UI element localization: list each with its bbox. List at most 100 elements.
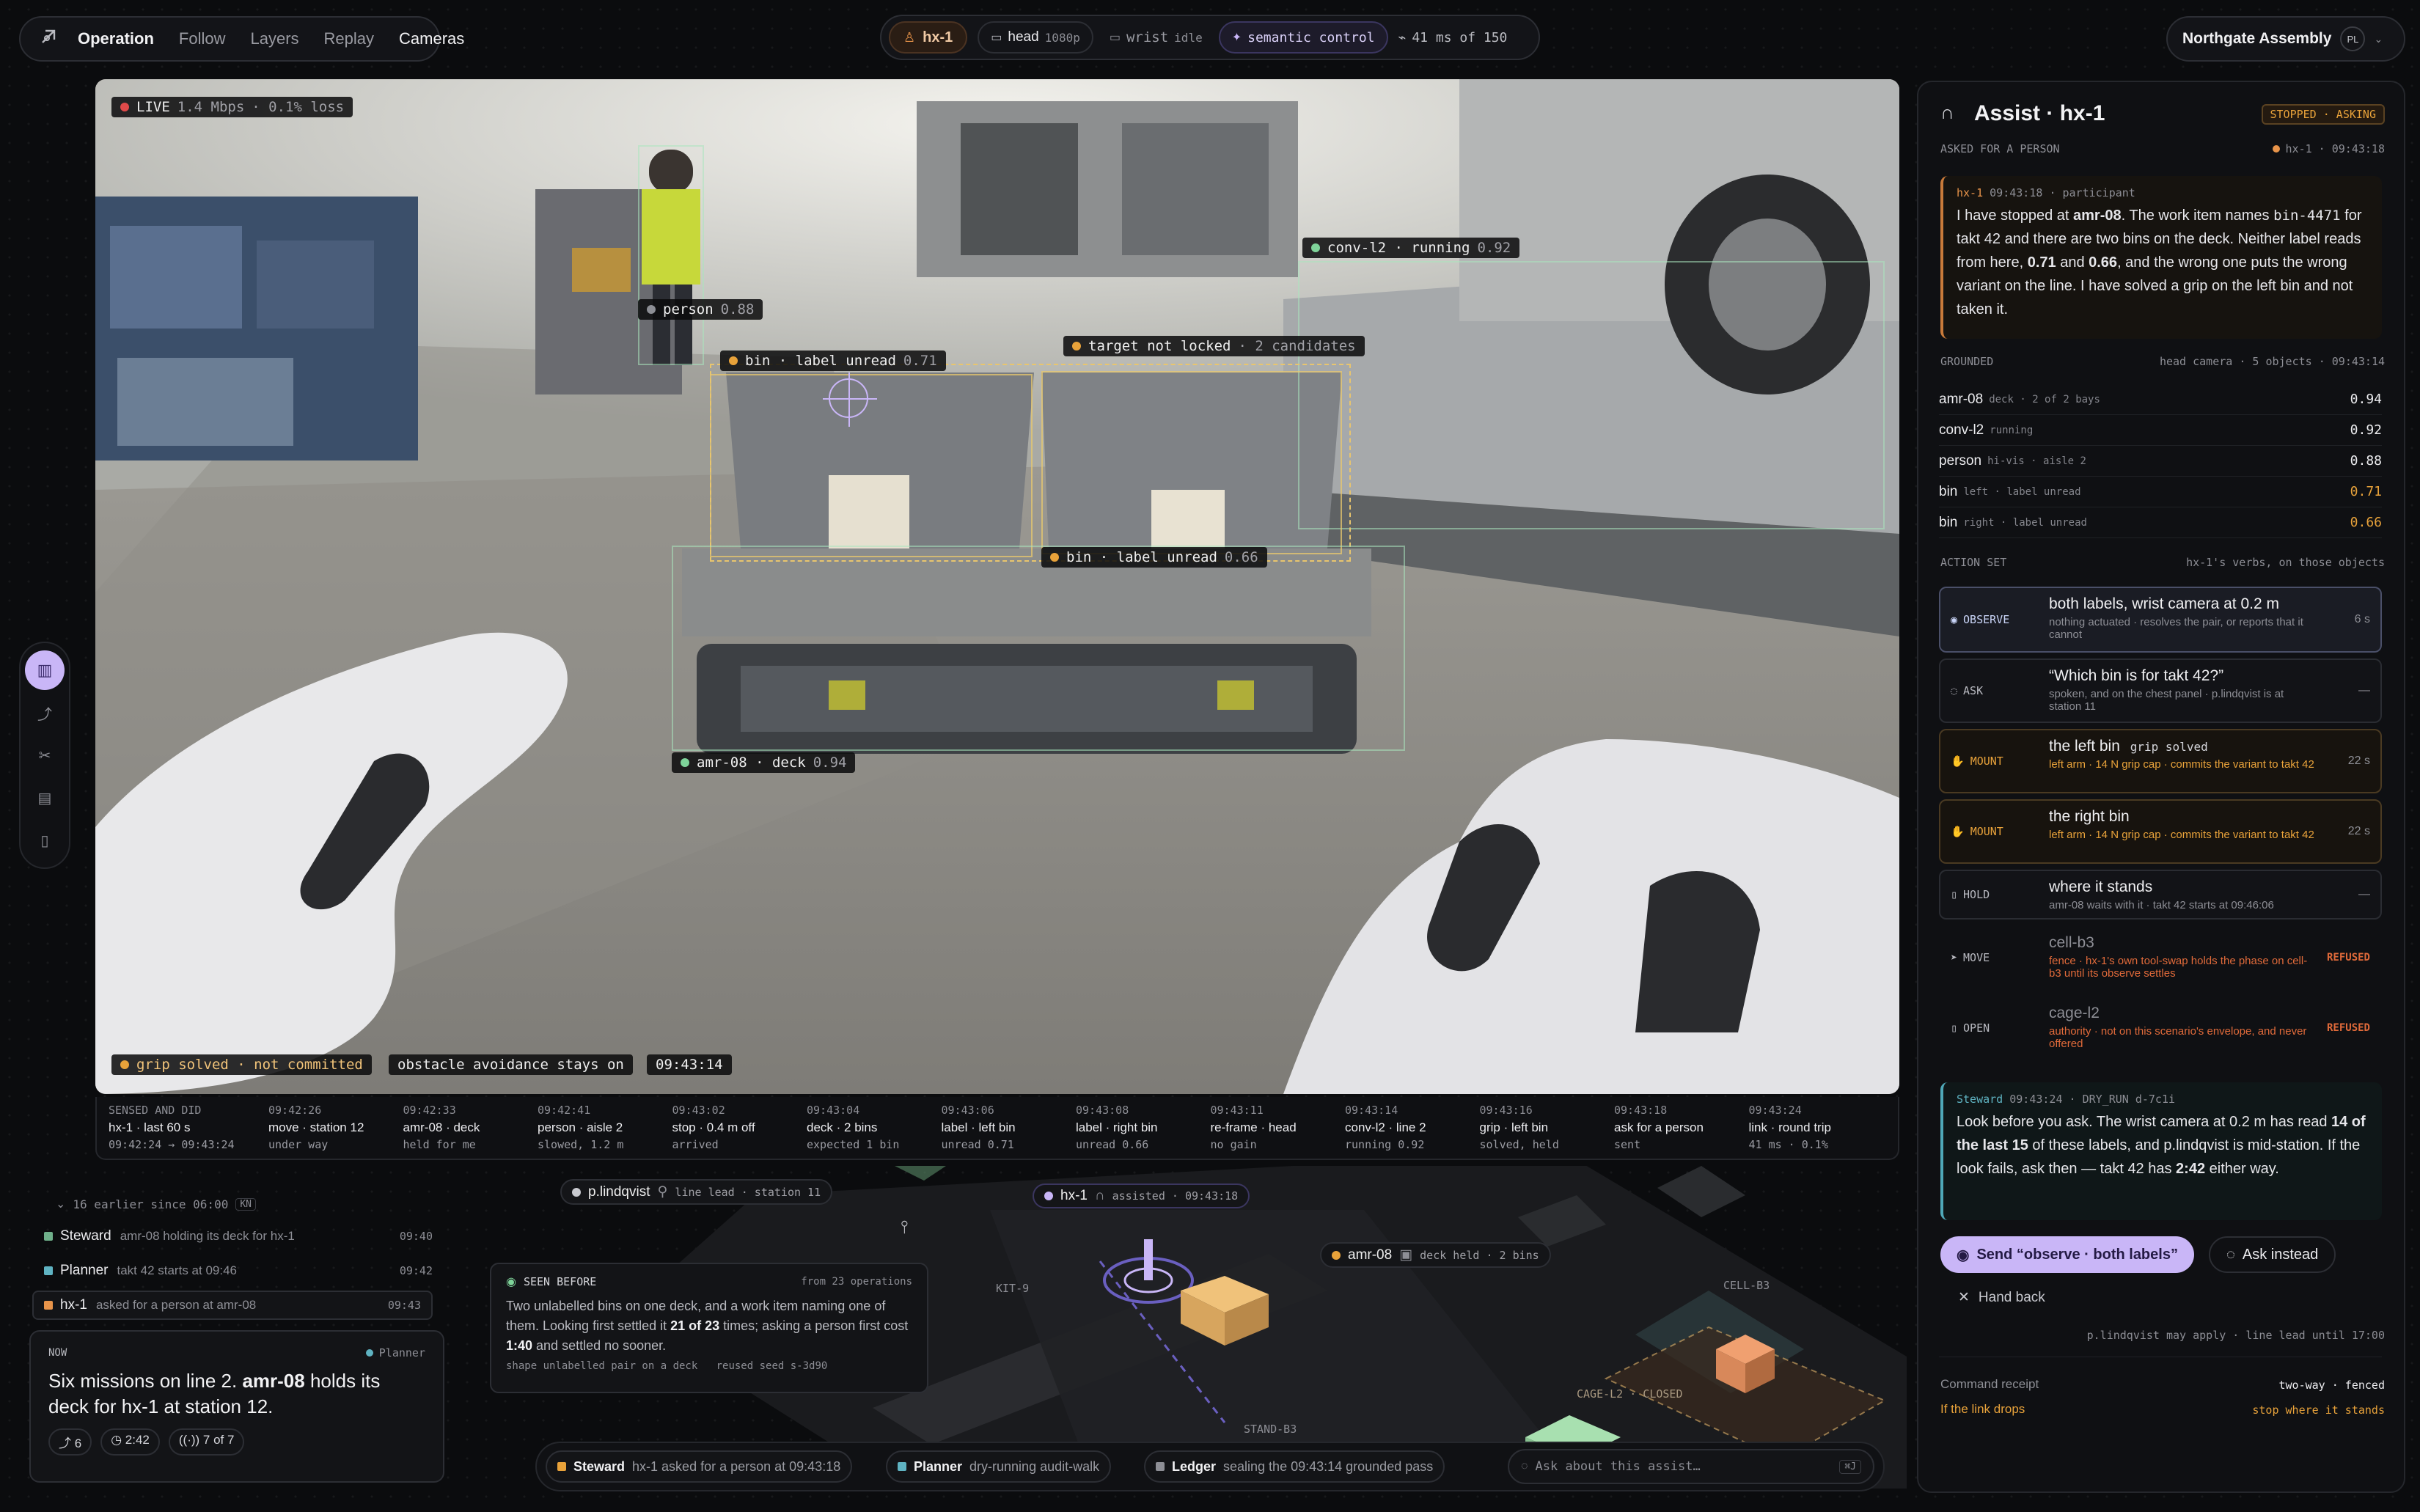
nav-follow[interactable]: Follow: [179, 29, 226, 48]
robot-icon: ♙: [903, 29, 916, 45]
document-icon: ▯: [40, 832, 49, 849]
ask-input[interactable]: ◌ Ask about this assist… ⌘J: [1508, 1449, 1874, 1484]
nav-layers[interactable]: Layers: [250, 29, 298, 48]
action-open: ▯ OPEN cage-l2 authority · not on this scen…: [1951, 1005, 2370, 1050]
app-logo-icon[interactable]: [38, 26, 59, 51]
scissors-icon: ✂: [38, 747, 51, 764]
tray-icon: ▣: [1399, 1247, 1413, 1263]
timeline-event[interactable]: 09:42:33 amr-08 · deck held for me: [403, 1104, 480, 1155]
nav-operation[interactable]: Operation: [78, 29, 154, 48]
zone-cage-label: CAGE-L2 · CLOSED: [1577, 1387, 1683, 1401]
timeline-header: SENSED AND DID hx-1 · last 60 s 09:42:24…: [109, 1104, 235, 1151]
grounded-object[interactable]: person hi-vis · aisle 2 0.88: [1939, 446, 2382, 477]
top-nav: Operation Follow Layers Replay Cameras: [19, 16, 464, 62]
activity-chip[interactable]: Steward hx-1 asked for a person at 09:43:…: [546, 1450, 853, 1483]
action-mount[interactable]: ✋ MOUNT the right bin left arm · 14 N grip …: [1939, 799, 2382, 864]
ask-instead-button[interactable]: ◌ Ask instead: [2209, 1236, 2336, 1273]
map-person-tag[interactable]: p.lindqvist ⚲ line lead · station 11: [560, 1179, 833, 1205]
amr-label: amr-08 · deck 0.94: [672, 752, 856, 773]
timeline-event[interactable]: 09:43:02 stop · 0.4 m off arrived: [672, 1104, 755, 1155]
feed-item[interactable]: hx-1 asked for a person at amr-08 09:43: [32, 1291, 433, 1320]
semantic-control-chip[interactable]: ✦ semantic control: [1218, 21, 1388, 54]
head-camera-chip[interactable]: ▭ head 1080p: [978, 21, 1093, 54]
feed-item[interactable]: Planner takt 42 starts at 09:46 09:42: [44, 1256, 433, 1285]
map-icon: ▥: [37, 661, 53, 679]
chat-icon: ◌: [1521, 1460, 1528, 1472]
map-robot-tag[interactable]: hx-1 ∩ assisted · 09:43:18: [1033, 1183, 1250, 1208]
send-observe-button[interactable]: ◉ Send “observe · both labels”: [1940, 1236, 2194, 1273]
crosshair-icon: [823, 373, 877, 427]
nav-cameras[interactable]: Cameras: [399, 29, 464, 48]
camera-icon: ▭: [1109, 32, 1121, 44]
document-tool-button[interactable]: ▯: [25, 821, 65, 860]
zone-stand-label: STAND-B3: [1244, 1423, 1297, 1436]
map-tool-button[interactable]: ▥: [25, 650, 65, 690]
headset-icon: ∩: [1940, 101, 1954, 123]
timeline-event[interactable]: 09:43:04 deck · 2 bins expected 1 bin: [807, 1104, 899, 1155]
grounded-object[interactable]: bin left · label unread 0.71: [1939, 477, 2382, 507]
latency-readout: ⌁ 41 ms of 150: [1398, 29, 1508, 45]
camera-feed[interactable]: LIVE 1.4 Mbps · 0.1% loss person 0.88 co…: [95, 79, 1899, 1094]
hand-icon: ✋: [1951, 755, 1965, 768]
drop-value: stop where it stands: [2252, 1403, 2385, 1417]
route-tool-button[interactable]: ⤴: [25, 693, 65, 733]
obstacle-status: obstacle avoidance stays on: [389, 1054, 633, 1075]
timeline-event[interactable]: 09:43:16 grip · left bin solved, held: [1480, 1104, 1559, 1155]
action-set-title: ACTION SET: [1940, 556, 2007, 569]
tool-rail: ▥ ⤴ ✂ ▤ ▯: [19, 642, 70, 869]
camera-timestamp: 09:43:14: [647, 1054, 732, 1075]
timeline-event[interactable]: 09:43:18 ask for a person sent: [1614, 1104, 1704, 1155]
timeline-event[interactable]: 09:43:14 conv-l2 · line 2 running 0.92: [1345, 1104, 1426, 1155]
cut-tool-button[interactable]: ✂: [25, 735, 65, 775]
target-candidates-box[interactable]: [710, 364, 1351, 562]
hold-icon: ▯: [1951, 888, 1958, 901]
now-card: NOW Planner Six missions on line 2. amr-…: [29, 1330, 444, 1483]
grounded-meta: head camera · 5 objects · 09:43:14: [2159, 355, 2385, 368]
conveyor-box[interactable]: [1298, 261, 1885, 529]
robot-message: hx-1 09:43:18 · participant I have stopp…: [1940, 176, 2382, 339]
action-observe[interactable]: ◉ OBSERVE both labels, wrist camera at 0.2…: [1939, 587, 2382, 653]
action-move: ➤ MOVE cell-b3 fence · hx-1's own tool-swap…: [1951, 934, 2370, 980]
close-icon: ✕: [1958, 1290, 1970, 1305]
activity-chip[interactable]: Ledger sealing the 09:43:14 grounded pass: [1144, 1450, 1445, 1483]
map-amr-tag[interactable]: amr-08 ▣ deck held · 2 bins: [1320, 1242, 1551, 1268]
action-mount[interactable]: ✋ MOUNT the left bin grip solved left arm ·…: [1939, 729, 2382, 793]
arrow-icon: ➤: [1951, 951, 1958, 964]
status-badge: STOPPED · ASKING: [2261, 104, 2385, 125]
hand-icon: ✋: [1951, 825, 1965, 838]
bin-right-label: bin · label unread 0.66: [1041, 547, 1267, 568]
apply-note: p.lindqvist may apply · line lead until …: [2086, 1329, 2385, 1342]
person-box[interactable]: [638, 145, 704, 365]
org-switcher[interactable]: Northgate Assembly PL ⌄: [2166, 16, 2405, 62]
timeline-event[interactable]: 09:43:06 label · left bin unread 0.71: [942, 1104, 1016, 1155]
timer-icon: ◷: [111, 1433, 122, 1447]
clipboard-tool-button[interactable]: ▤: [25, 778, 65, 818]
route-icon: ⤴: [59, 1436, 71, 1450]
action-hold[interactable]: ▯ HOLD where it stands amr-08 waits with it…: [1939, 870, 2382, 920]
action-ask[interactable]: ◌ ASK “Which bin is for takt 42?” spoken, a…: [1939, 658, 2382, 723]
receipt-label: Command receipt: [1940, 1377, 2039, 1391]
timeline-event[interactable]: 09:42:26 move · station 12 under way: [268, 1104, 364, 1155]
activity-chip[interactable]: Planner dry-running audit-walk: [886, 1450, 1112, 1483]
feed-item[interactable]: Steward amr-08 holding its deck for hx-1 0…: [44, 1222, 433, 1251]
action-set-meta: hx-1's verbs, on those objects: [2186, 556, 2385, 569]
timeline-event[interactable]: 09:42:41 person · aisle 2 slowed, 1.2 m: [538, 1104, 623, 1155]
earlier-events-toggle[interactable]: ⌄ 16 earlier since 06:00 KN: [56, 1190, 256, 1218]
live-indicator: LIVE 1.4 Mbps · 0.1% loss: [111, 97, 353, 117]
robot-chip[interactable]: ♙ hx-1: [889, 21, 968, 54]
timeline-event[interactable]: 09:43:24 link · round trip 41 ms · 0.1%: [1749, 1104, 1831, 1155]
amr-box[interactable]: [672, 546, 1405, 751]
camera-icon: ▭: [991, 32, 1002, 44]
timeline-event[interactable]: 09:43:08 label · right bin unread 0.66: [1076, 1104, 1158, 1155]
nav-replay[interactable]: Replay: [324, 29, 374, 48]
pulse-icon: ⌁: [1398, 29, 1407, 45]
grounded-object[interactable]: amr-08 deck · 2 of 2 bays 0.94: [1939, 384, 2382, 415]
steward-message: Steward 09:43:24 · DRY_RUN d-7c1i Look b…: [1940, 1082, 2382, 1220]
robots-stat: ((·)) 7 of 7: [168, 1428, 245, 1456]
wrist-camera-chip[interactable]: ▭ wrist idle: [1104, 21, 1209, 54]
timeline-event[interactable]: 09:43:11 re-frame · head no gain: [1211, 1104, 1297, 1155]
assist-subtitle: ASKED FOR A PERSON: [1940, 142, 2060, 155]
hand-back-button[interactable]: ✕ Hand back: [1958, 1289, 2045, 1306]
grounded-object[interactable]: bin right · label unread 0.66: [1939, 507, 2382, 538]
grounded-object[interactable]: conv-l2 running 0.92: [1939, 415, 2382, 446]
